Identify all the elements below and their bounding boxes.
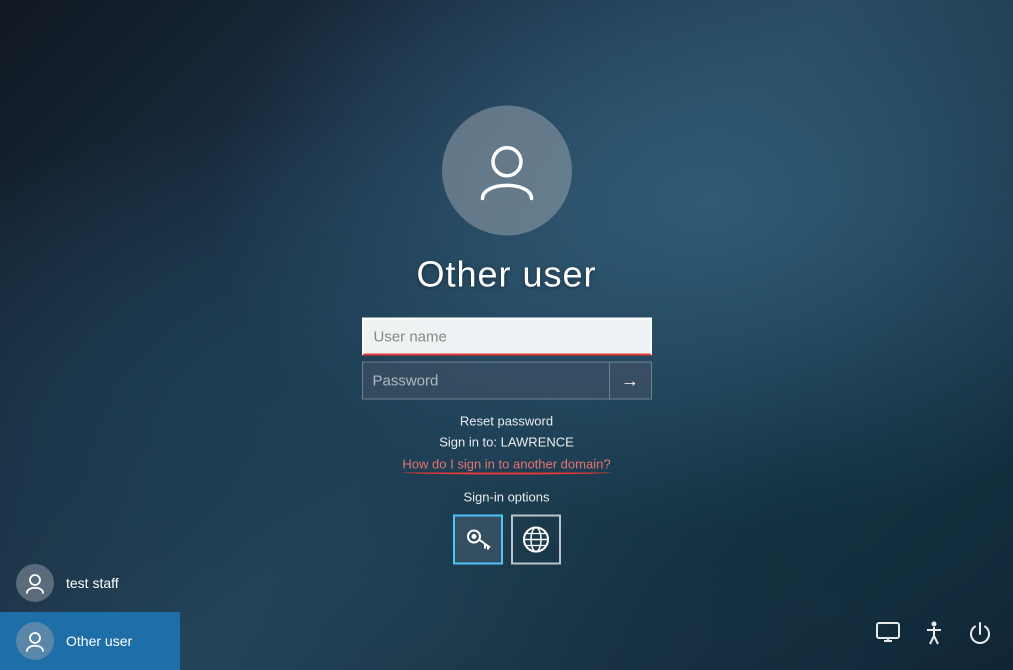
globe-icon (521, 525, 551, 555)
key-option-button[interactable] (453, 515, 503, 565)
login-panel: Other user → Reset password Sign in to: … (362, 106, 652, 565)
accessibility-svg (921, 620, 947, 646)
sign-in-options-row (453, 515, 561, 565)
avatar-icon (472, 136, 542, 206)
password-input[interactable] (362, 362, 610, 400)
user-icon-test-staff (24, 572, 46, 594)
display-icon[interactable] (875, 620, 901, 652)
user-icon-other-user (24, 630, 46, 652)
password-row: → (362, 362, 652, 400)
user-list: test staff Other user (0, 554, 180, 670)
domain-link[interactable]: How do I sign in to another domain? (402, 457, 610, 472)
submit-button[interactable]: → (610, 362, 652, 400)
user-item-other-user[interactable]: Other user (0, 612, 180, 670)
power-icon[interactable] (967, 620, 993, 652)
power-svg (967, 620, 993, 646)
display-svg (875, 620, 901, 646)
key-icon (464, 526, 492, 554)
user-avatar-other-user (16, 622, 54, 660)
avatar (442, 106, 572, 236)
arrow-icon: → (621, 370, 639, 391)
sign-in-to-label: Sign in to: LAWRENCE (439, 435, 574, 450)
username-input[interactable] (362, 318, 652, 356)
sign-in-options-label: Sign-in options (464, 490, 550, 505)
reset-password-link[interactable]: Reset password (460, 414, 553, 429)
user-name-other-user: Other user (66, 633, 132, 649)
system-icons (875, 620, 993, 652)
user-item-test-staff[interactable]: test staff (0, 554, 180, 612)
user-avatar-test-staff (16, 564, 54, 602)
globe-option-button[interactable] (511, 515, 561, 565)
user-name-test-staff: test staff (66, 575, 119, 591)
page-title: Other user (416, 254, 596, 296)
accessibility-icon[interactable] (921, 620, 947, 652)
